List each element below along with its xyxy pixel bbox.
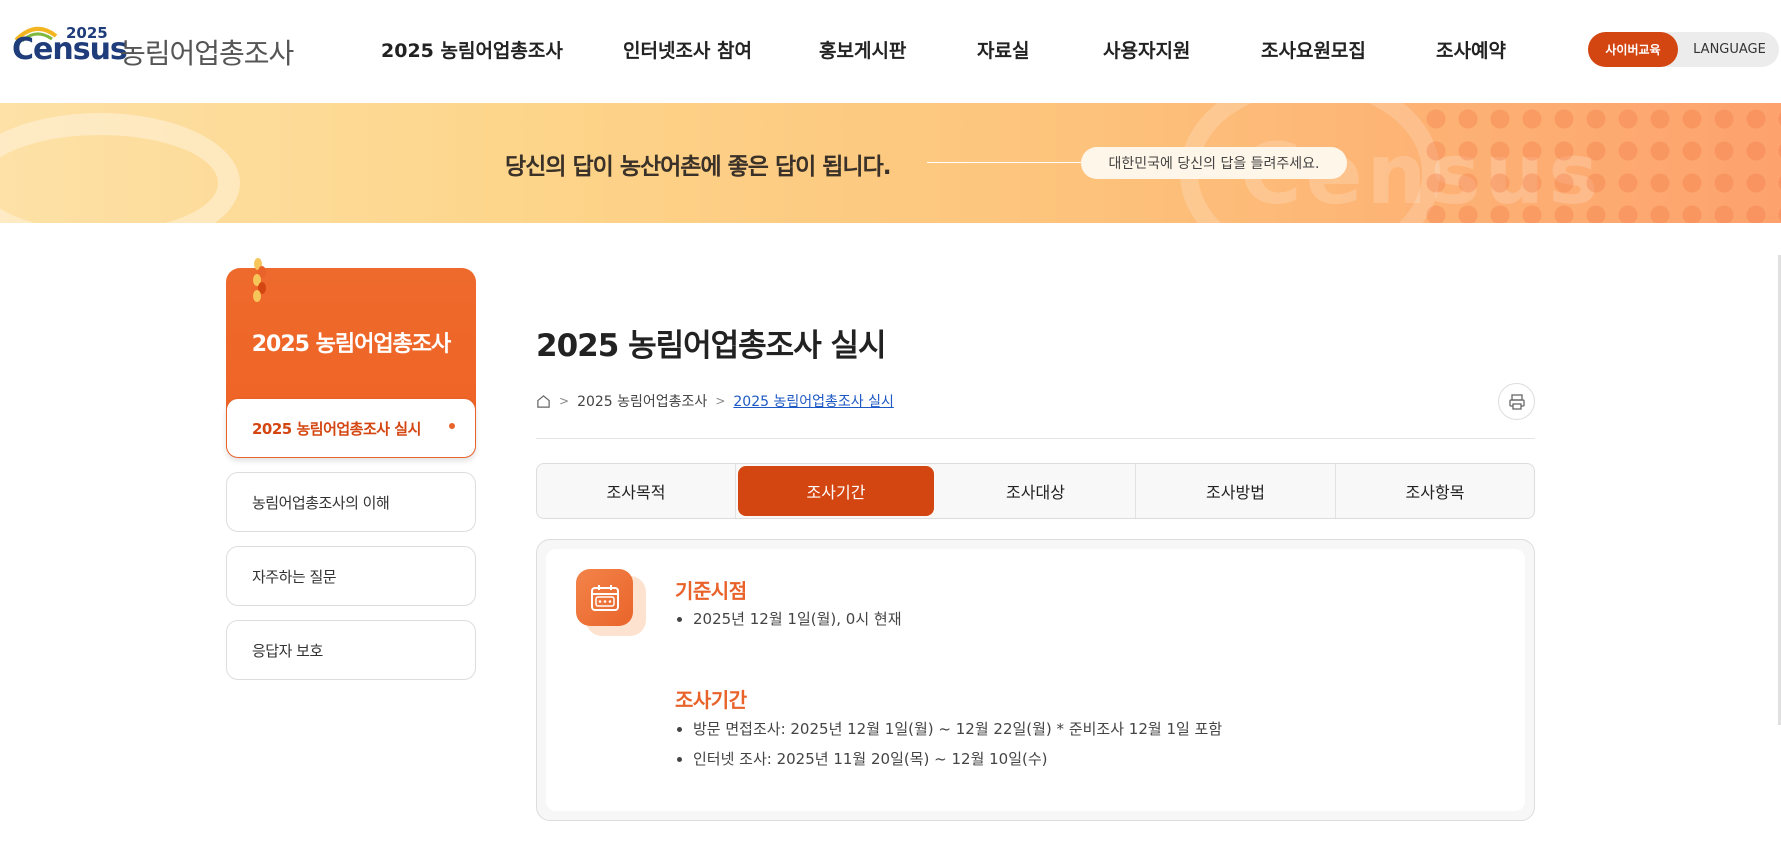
tab-target[interactable]: 조사대상 (936, 464, 1136, 518)
header-utility-buttons: 사이버교육 LANGUAGE (1588, 32, 1779, 67)
logo-census: Census (12, 32, 128, 67)
survey-period-list: 방문 면접조사: 2025년 12월 1일(월) ~ 12월 22일(월) * … (675, 714, 1222, 774)
breadcrumb: > 2025 농림어업총조사 > 2025 농림어업총조사 실시 (536, 391, 894, 411)
chevron-right-icon: > (715, 394, 726, 408)
chevron-right-icon: > (559, 394, 570, 408)
banner-leaf-decoration (0, 113, 240, 223)
page-title: 2025 농림어업총조사 실시 (536, 328, 887, 364)
breadcrumb-current[interactable]: 2025 농림어업총조사 실시 (733, 391, 893, 411)
section-title-reference-time: 기준시점 (675, 579, 747, 603)
sidebar-item-faq[interactable]: 자주하는 질문 (226, 546, 476, 606)
nav-item-promotion-board[interactable]: 홍보게시판 (819, 36, 906, 63)
banner-pill-text: 대한민국에 당신의 답을 들려주세요. (1081, 147, 1347, 179)
sidebar-item-census-conduct[interactable]: 2025 농림어업총조사 실시 (226, 398, 476, 458)
calendar-icon (576, 569, 633, 626)
list-item: 방문 면접조사: 2025년 12월 1일(월) ~ 12월 22일(월) * … (675, 714, 1222, 744)
sidebar-item-label: 2025 농림어업총조사 실시 (252, 419, 421, 438)
nav-item-recruitment[interactable]: 조사요원모집 (1261, 36, 1366, 63)
nav-item-internet-survey[interactable]: 인터넷조사 참여 (623, 36, 752, 63)
print-button[interactable] (1498, 383, 1535, 420)
banner-title: 당신의 답이 농산어촌에 좋은 답이 됩니다. (505, 154, 891, 180)
site-header: 2025 Census 농림어업총조사 2025 농림어업총조사 인터넷조사 참… (0, 0, 1781, 103)
section-title-survey-period: 조사기간 (675, 688, 747, 712)
banner-dots-decoration (1420, 103, 1781, 223)
tab-period[interactable]: 조사기간 (738, 466, 934, 516)
breadcrumb-level1[interactable]: 2025 농림어업총조사 (577, 391, 707, 411)
tab-method[interactable]: 조사방법 (1136, 464, 1336, 518)
content-tabs: 조사목적 조사기간 조사대상 조사방법 조사항목 (536, 463, 1535, 519)
info-card: 기준시점 2025년 12월 1일(월), 0시 현재 조사기간 방문 면접조사… (536, 539, 1535, 821)
nav-item-census[interactable]: 2025 농림어업총조사 (381, 36, 563, 63)
tab-purpose[interactable]: 조사목적 (537, 464, 736, 518)
home-icon[interactable] (536, 394, 551, 409)
sidebar-item-label: 응답자 보호 (252, 641, 323, 660)
language-button[interactable]: LANGUAGE (1682, 32, 1777, 67)
sidebar-item-understanding[interactable]: 농림어업총조사의 이해 (226, 472, 476, 532)
sidebar-item-label: 농림어업총조사의 이해 (252, 493, 390, 512)
nav-item-archive[interactable]: 자료실 (977, 36, 1029, 63)
info-card-body: 기준시점 2025년 12월 1일(월), 0시 현재 조사기간 방문 면접조사… (546, 549, 1525, 811)
tab-items[interactable]: 조사항목 (1336, 464, 1534, 518)
printer-icon (1508, 393, 1525, 410)
cyber-education-button[interactable]: 사이버교육 (1588, 32, 1678, 67)
wheat-icon (253, 258, 266, 302)
sidebar-item-respondent-protection[interactable]: 응답자 보호 (226, 620, 476, 680)
sidebar-header: 2025 농림어업총조사 (226, 258, 476, 418)
sidebar-title: 2025 농림어업총조사 (251, 332, 452, 357)
reference-time-list: 2025년 12월 1일(월), 0시 현재 (675, 604, 902, 634)
logo-title: 농림어업총조사 (120, 37, 294, 70)
nav-item-reservation[interactable]: 조사예약 (1436, 36, 1506, 63)
active-dot-icon (449, 423, 455, 429)
list-item: 2025년 12월 1일(월), 0시 현재 (675, 604, 902, 634)
hero-banner: Census 당신의 답이 농산어촌에 좋은 답이 됩니다. 대한민국에 당신의… (0, 103, 1781, 223)
banner-divider-line (927, 162, 1081, 163)
nav-item-user-support[interactable]: 사용자지원 (1103, 36, 1190, 63)
title-divider (536, 438, 1535, 439)
list-item: 인터넷 조사: 2025년 11월 20일(목) ~ 12월 10일(수) (675, 744, 1222, 774)
sidebar-item-label: 자주하는 질문 (252, 567, 337, 586)
